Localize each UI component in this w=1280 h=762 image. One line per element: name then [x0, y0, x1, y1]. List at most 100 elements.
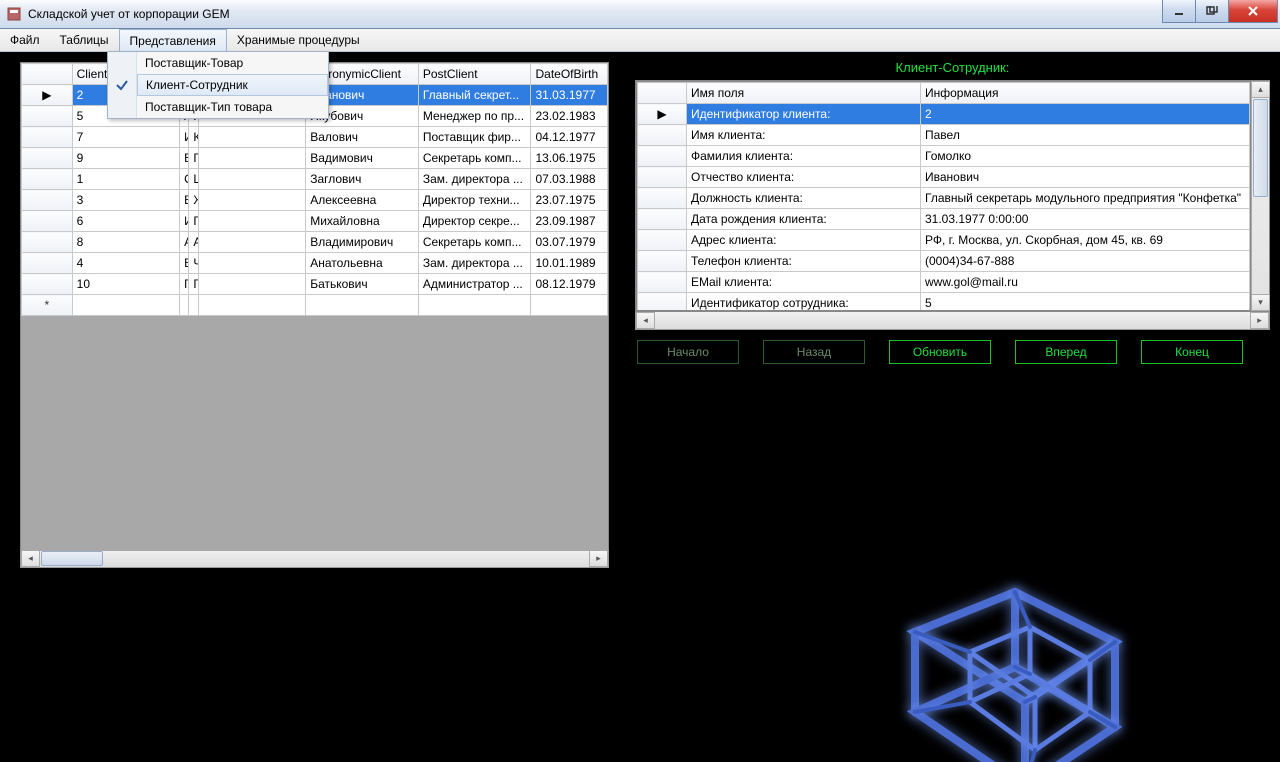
table-row[interactable]: 1ОлегШохурЗагловичЗам. директора ...07.0…	[22, 169, 608, 190]
table-cell[interactable]	[198, 148, 305, 169]
table-cell[interactable]: Иванович	[921, 167, 1250, 188]
table-row[interactable]: 10ГалактионГуровБатьковичАдминистратор .…	[22, 274, 608, 295]
table-cell[interactable]: 6	[72, 211, 179, 232]
table-cell[interactable]: Дата рождения клиента:	[687, 209, 921, 230]
end-button[interactable]: Конец	[1141, 340, 1243, 364]
table-cell[interactable]: Должность клиента:	[687, 188, 921, 209]
table-cell[interactable]: Жданова	[189, 190, 198, 211]
table-cell[interactable]	[531, 295, 608, 316]
table-row[interactable]: Дата рождения клиента:31.03.1977 0:00:00	[638, 209, 1250, 230]
table-cell[interactable]: 23.07.1975	[531, 190, 608, 211]
table-cell[interactable]: 31.03.1977 0:00:00	[921, 209, 1250, 230]
table-cell[interactable]: Олег	[180, 169, 189, 190]
table-cell[interactable]: EMail клиента:	[687, 272, 921, 293]
table-cell[interactable]: Батькович	[306, 274, 419, 295]
scroll-right-icon[interactable]: ▸	[589, 550, 608, 567]
table-cell[interactable]: Вадимович	[306, 148, 419, 169]
scroll-up-icon[interactable]: ▴	[1251, 81, 1270, 98]
table-cell[interactable]: Зам. директора ...	[418, 253, 531, 274]
table-row[interactable]: 3ЕвгенияЖдановаАлексеевнаДиректор техни.…	[22, 190, 608, 211]
clients-grid[interactable]: ClientIDntPatronymicClientPostClientDate…	[20, 62, 609, 549]
scroll-thumb[interactable]	[1253, 99, 1268, 197]
table-cell[interactable]	[418, 295, 531, 316]
menu-procs[interactable]: Хранимые процедуры	[227, 29, 370, 51]
table-row[interactable]: ▶Идентификатор клиента:2	[638, 104, 1250, 125]
table-cell[interactable]: Имя клиента:	[687, 125, 921, 146]
table-cell[interactable]: Владимирович	[306, 232, 419, 253]
table-cell[interactable]: Гомолко	[921, 146, 1250, 167]
table-cell[interactable]	[198, 274, 305, 295]
maximize-button[interactable]	[1195, 0, 1229, 23]
table-cell[interactable]: Менеджер по пр...	[418, 106, 531, 127]
detail-grid-hscroll[interactable]: ◂ ▸	[635, 312, 1270, 330]
menu-tables[interactable]: Таблицы	[50, 29, 119, 51]
table-cell[interactable]: Поставщик фир...	[418, 127, 531, 148]
minimize-button[interactable]	[1162, 0, 1196, 23]
dropdown-item-client-employee[interactable]: Клиент-Сотрудник	[108, 74, 328, 96]
table-cell[interactable]: 9	[72, 148, 179, 169]
table-row[interactable]: Адрес клиента:РФ, г. Москва, ул. Скорбна…	[638, 230, 1250, 251]
table-cell[interactable]: Галактион	[180, 274, 189, 295]
table-cell[interactable]: Екатерина	[180, 253, 189, 274]
table-cell[interactable]: Заглович	[306, 169, 419, 190]
table-cell[interactable]	[180, 295, 189, 316]
column-header[interactable]: Имя поля	[687, 83, 921, 104]
table-row[interactable]: Имя клиента:Павел	[638, 125, 1250, 146]
scroll-left-icon[interactable]: ◂	[636, 312, 655, 329]
table-row[interactable]: 8АнатолийАнатовВладимировичСекретарь ком…	[22, 232, 608, 253]
table-cell[interactable]: Директор секре...	[418, 211, 531, 232]
column-header[interactable]: PostClient	[418, 64, 531, 85]
table-cell[interactable]: Илга	[180, 211, 189, 232]
table-cell[interactable]: Зам. директора ...	[418, 169, 531, 190]
table-cell[interactable]: 3	[72, 190, 179, 211]
begin-button[interactable]: Начало	[637, 340, 739, 364]
table-cell[interactable]: www.gol@mail.ru	[921, 272, 1250, 293]
table-cell[interactable]: Алексеевна	[306, 190, 419, 211]
table-cell[interactable]: Главный секретарь модульного предприятия…	[921, 188, 1250, 209]
table-cell[interactable]: Идентификатор сотрудника:	[687, 293, 921, 312]
table-cell[interactable]: Главный секрет...	[418, 85, 531, 106]
table-cell[interactable]	[72, 295, 179, 316]
table-cell[interactable]: 8	[72, 232, 179, 253]
table-cell[interactable]: Чигарева	[189, 253, 198, 274]
table-cell[interactable]: Анатов	[189, 232, 198, 253]
table-row[interactable]: 4ЕкатеринаЧигареваАнатольевнаЗам. директ…	[22, 253, 608, 274]
table-cell[interactable]: Телефон клиента:	[687, 251, 921, 272]
table-cell[interactable]: Гуров	[189, 274, 198, 295]
table-row[interactable]: 6ИлгаГрибковаМихайловнаДиректор секре...…	[22, 211, 608, 232]
table-row[interactable]: 7ИванКачковВаловичПоставщик фир...04.12.…	[22, 127, 608, 148]
table-cell[interactable]: Гончаров	[189, 148, 198, 169]
table-cell[interactable]: Шохур	[189, 169, 198, 190]
table-cell[interactable]: 08.12.1979	[531, 274, 608, 295]
table-cell[interactable]: 04.12.1977	[531, 127, 608, 148]
back-button[interactable]: Назад	[763, 340, 865, 364]
table-cell[interactable]: РФ, г. Москва, ул. Скорбная, дом 45, кв.…	[921, 230, 1250, 251]
table-cell[interactable]: Фамилия клиента:	[687, 146, 921, 167]
table-cell[interactable]: 31.03.1977	[531, 85, 608, 106]
table-cell[interactable]: Евгения	[180, 190, 189, 211]
table-cell[interactable]	[198, 295, 305, 316]
table-cell[interactable]: Михайловна	[306, 211, 419, 232]
table-cell[interactable]: 07.03.1988	[531, 169, 608, 190]
column-header[interactable]: DateOfBirth	[531, 64, 608, 85]
table-cell[interactable]: Отчество клиента:	[687, 167, 921, 188]
table-cell[interactable]	[306, 295, 419, 316]
dropdown-item-supplier-product[interactable]: Поставщик-Товар	[108, 52, 328, 74]
table-cell[interactable]: Секретарь комп...	[418, 148, 531, 169]
table-cell[interactable]: Идентификатор клиента:	[687, 104, 921, 125]
menu-views[interactable]: Представления	[119, 29, 227, 51]
table-cell[interactable]: 03.07.1979	[531, 232, 608, 253]
table-cell[interactable]: 5	[921, 293, 1250, 312]
scroll-thumb[interactable]	[41, 551, 103, 566]
table-cell[interactable]: Валович	[306, 127, 419, 148]
table-cell[interactable]: 10	[72, 274, 179, 295]
table-cell[interactable]: Павел	[921, 125, 1250, 146]
table-cell[interactable]	[198, 253, 305, 274]
table-cell[interactable]: Иван	[180, 127, 189, 148]
table-cell[interactable]: Адрес клиента:	[687, 230, 921, 251]
table-cell[interactable]	[198, 211, 305, 232]
table-cell[interactable]: 23.02.1983	[531, 106, 608, 127]
table-cell[interactable]: 2	[921, 104, 1250, 125]
menu-file[interactable]: Файл	[0, 29, 50, 51]
table-cell[interactable]	[198, 190, 305, 211]
